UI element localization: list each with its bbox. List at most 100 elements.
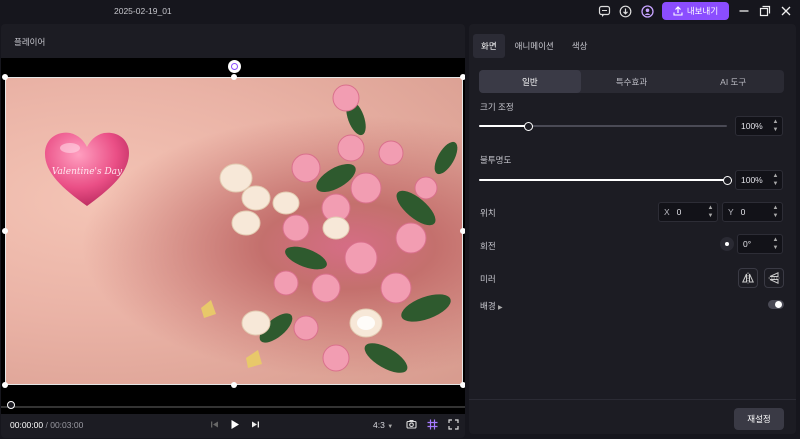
reset-button[interactable]: 재설정 (734, 408, 784, 430)
chevron-up-icon[interactable]: ▲ (708, 205, 714, 211)
flip-vertical-icon[interactable] (764, 268, 784, 288)
chevron-up-icon[interactable]: ▲ (773, 173, 779, 179)
opacity-spinner[interactable]: ▲ ▼ (772, 173, 779, 187)
chat-icon[interactable] (596, 3, 612, 19)
roses-illustration (201, 84, 458, 373)
flip-horizontal-icon[interactable] (738, 268, 758, 288)
resize-handle-top-left[interactable] (2, 74, 8, 80)
position-y-input[interactable]: Y 0 ▲ ▼ (722, 202, 783, 222)
position-x-label: X (664, 207, 670, 217)
account-icon[interactable] (639, 3, 655, 19)
position-x-spinner[interactable]: ▲ ▼ (707, 205, 714, 219)
opacity-value: 100% (741, 175, 763, 185)
close-icon[interactable] (778, 3, 794, 19)
download-icon[interactable] (617, 3, 633, 19)
opacity-slider-fill (479, 179, 727, 181)
chevron-up-icon[interactable]: ▲ (773, 205, 779, 211)
play-icon[interactable] (227, 417, 241, 431)
restore-icon[interactable] (757, 3, 773, 19)
resize-handle-top[interactable] (231, 74, 237, 80)
scale-value: 100% (741, 121, 763, 131)
playhead[interactable] (7, 401, 15, 409)
resize-handle-bottom-right[interactable] (460, 382, 465, 388)
aspect-ratio-value: 4:3 (373, 420, 385, 430)
title-bar: 2025-02-19_01 내보내기 (0, 0, 800, 22)
opacity-input[interactable]: 100% ▲ ▼ (735, 170, 783, 190)
scale-label: 크기 조정 (480, 102, 514, 112)
properties-panel: 화면 애니메이션 색상 일반 특수효과 AI 도구 크기 조정 100% ▲ ▼ … (469, 24, 796, 434)
scale-spinner[interactable]: ▲ ▼ (772, 119, 779, 133)
chevron-right-icon: ▶ (498, 305, 503, 311)
tab-animation[interactable]: 애니메이션 (507, 34, 562, 58)
rotation-dial-dot (725, 242, 729, 246)
subtab-bar: 일반 특수효과 AI 도구 (479, 70, 784, 93)
chevron-down-icon: ▼ (387, 424, 394, 430)
chevron-down-icon[interactable]: ▼ (708, 213, 714, 219)
resize-handle-right[interactable] (460, 228, 465, 234)
mirror-label: 미러 (480, 274, 496, 284)
scale-input[interactable]: 100% ▲ ▼ (735, 116, 783, 136)
total-time: 00:03:00 (50, 420, 84, 430)
next-frame-icon[interactable] (248, 417, 262, 431)
background-toggle[interactable] (768, 300, 784, 309)
current-time: 00:00:00 (10, 420, 44, 430)
position-label: 위치 (480, 208, 496, 218)
position-x-value: 0 (676, 207, 682, 217)
tab-color[interactable]: 색상 (564, 34, 596, 58)
properties-footer: 재설정 (469, 399, 796, 434)
subtab-ai-tools[interactable]: AI 도구 (682, 70, 784, 93)
resize-handle-left[interactable] (2, 228, 8, 234)
background-toggle-knob (775, 301, 782, 308)
scale-slider-fill (479, 125, 529, 127)
heart-text: Valentine's Day (52, 167, 123, 177)
player-title: 플레이어 (14, 37, 46, 47)
chevron-down-icon[interactable]: ▼ (773, 181, 779, 187)
preview-canvas[interactable]: Valentine's Day (1, 58, 465, 414)
upload-icon (673, 6, 683, 16)
position-y-label: Y (728, 207, 734, 217)
opacity-slider[interactable] (479, 175, 732, 185)
preview-image[interactable]: Valentine's Day (5, 77, 463, 385)
chevron-up-icon[interactable]: ▲ (773, 237, 779, 243)
rotate-handle[interactable] (228, 60, 241, 73)
rotation-dial[interactable] (720, 237, 734, 251)
rotation-spinner[interactable]: ▲ ▼ (772, 237, 779, 251)
property-tabs: 화면 애니메이션 색상 (473, 34, 595, 58)
opacity-label: 불투명도 (480, 155, 512, 165)
background-label-text: 배경 (480, 301, 496, 311)
aspect-ratio-select[interactable]: 4:3 ▼ (373, 420, 393, 430)
fullscreen-icon[interactable] (446, 417, 460, 431)
export-label: 내보내기 (686, 6, 719, 16)
position-x-input[interactable]: X 0 ▲ ▼ (658, 202, 718, 222)
opacity-slider-thumb[interactable] (722, 175, 732, 185)
scale-slider-thumb[interactable] (524, 121, 534, 131)
scale-slider[interactable] (479, 121, 727, 131)
subtab-effects[interactable]: 특수효과 (581, 70, 683, 93)
chevron-up-icon[interactable]: ▲ (773, 119, 779, 125)
export-button[interactable]: 내보내기 (662, 2, 729, 20)
time-display: 00:00:00 / 00:03:00 (10, 420, 83, 430)
chevron-down-icon[interactable]: ▼ (773, 245, 779, 251)
document-title: 2025-02-19_01 (114, 6, 172, 16)
resize-handle-bottom-left[interactable] (2, 382, 8, 388)
previous-frame-icon[interactable] (207, 417, 221, 431)
rotation-input[interactable]: 0° ▲ ▼ (737, 234, 783, 254)
heart-decoration: Valentine's Day (44, 132, 129, 206)
tab-screen[interactable]: 화면 (473, 34, 505, 58)
rotation-label: 회전 (480, 241, 496, 251)
minimize-icon[interactable] (736, 3, 752, 19)
timeline-track[interactable] (1, 406, 465, 408)
subtab-general[interactable]: 일반 (479, 70, 581, 93)
camera-icon[interactable] (404, 417, 418, 431)
chevron-down-icon[interactable]: ▼ (773, 127, 779, 133)
position-y-value: 0 (740, 207, 746, 217)
resize-handle-top-right[interactable] (460, 74, 465, 80)
background-label[interactable]: 배경 ▶ (480, 300, 503, 312)
rotation-value: 0° (743, 239, 752, 249)
chevron-down-icon[interactable]: ▼ (773, 213, 779, 219)
crop-grid-icon[interactable] (425, 417, 439, 431)
resize-handle-bottom[interactable] (231, 382, 237, 388)
time-separator: / (45, 420, 48, 430)
position-y-spinner[interactable]: ▲ ▼ (772, 205, 779, 219)
player-panel: 플레이어 Valentine's Day 00:00:00 / 00:03:00… (1, 24, 465, 438)
